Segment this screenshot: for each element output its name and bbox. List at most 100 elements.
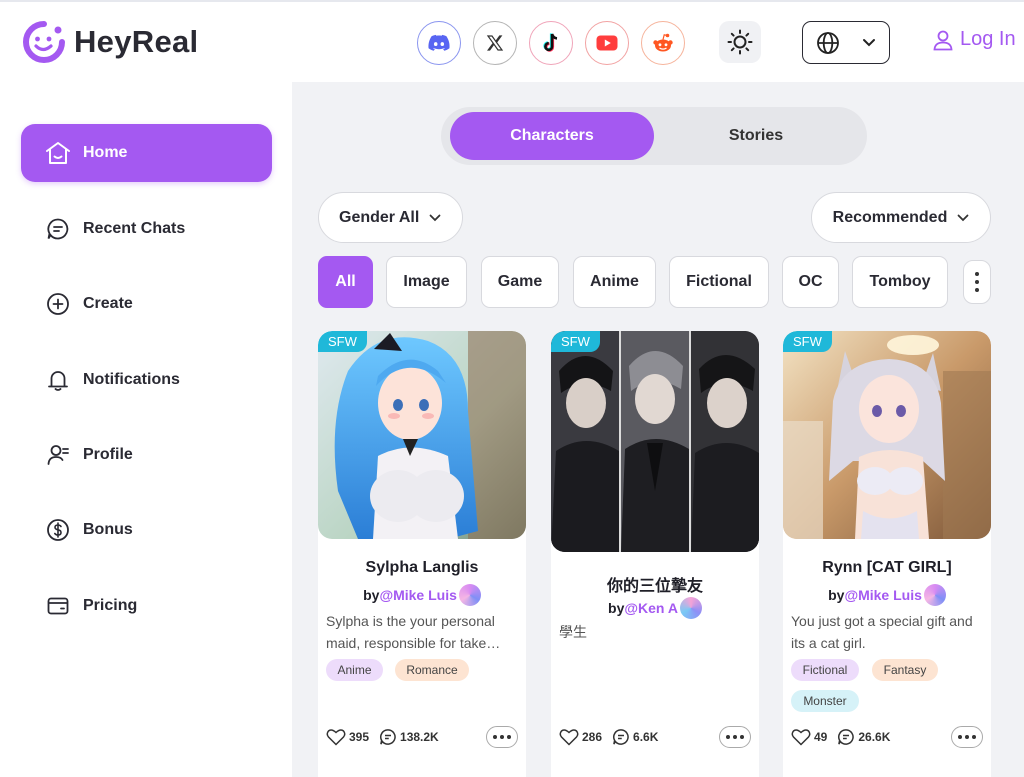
language-select[interactable] [802,21,890,64]
gem-icon [923,584,946,606]
by-label: by [828,587,845,603]
sidebar-item-create[interactable]: Create [21,275,272,333]
card-author[interactable]: by @Ken A [551,597,759,619]
card-description: Sylpha is the your personal maid, respon… [326,613,501,651]
login-button[interactable]: Log In [932,28,1016,51]
sidebar-item-label: Notifications [83,371,180,388]
sfw-badge: SFW [551,331,600,352]
sidebar-item-pricing[interactable]: Pricing [21,577,272,635]
sidebar-item-notifications[interactable]: Notifications [21,351,272,409]
tiktok-button[interactable] [529,21,573,65]
reddit-icon [653,33,673,52]
character-image: SFW [551,331,759,552]
card-title: Rynn [CAT GIRL] [822,559,952,576]
reddit-button[interactable] [641,21,685,65]
chat-icon [838,729,855,745]
like-stat[interactable]: 49 [791,728,827,746]
x-button[interactable] [473,21,517,65]
gender-filter-label: Gender All [339,208,420,226]
category-chip-anime[interactable]: Anime [573,256,656,308]
card-author[interactable]: by @Mike Luis [318,584,526,606]
gender-filter-dropdown[interactable]: Gender All [318,192,463,243]
tag-anime[interactable]: Anime [326,659,383,681]
like-stat[interactable]: 395 [326,728,369,746]
logo[interactable]: HeyReal [22,20,198,64]
card-description: 學生 [559,624,587,640]
character-card[interactable]: SFW Sylpha Langlis by @Mike Luis Sylpha … [318,331,526,777]
category-chip-tomboy[interactable]: Tomboy [852,256,948,308]
like-count: 49 [814,730,828,744]
theme-toggle-button[interactable] [719,21,761,63]
content-tabs: Characters Stories [441,107,867,165]
chevron-down-icon [863,39,875,47]
sidebar-item-label: Bonus [83,521,133,538]
card-stats: 395 138.2K [326,725,518,749]
like-count: 395 [349,730,370,744]
category-chip-fictional[interactable]: Fictional [669,256,769,308]
character-card[interactable]: SFW 你的三位摯友 by @Ken A 學生 286 6.6K [551,331,759,777]
sidebar-item-bonus[interactable]: Bonus [21,501,272,559]
chevron-down-icon [429,214,441,221]
sidebar-item-home[interactable]: Home [21,124,272,182]
sidebar-item-label: Recent Chats [83,220,186,237]
chat-stat: 6.6K [612,728,658,746]
like-stat[interactable]: 286 [559,728,602,746]
category-chip-game[interactable]: Game [481,256,559,308]
author-name: @Mike Luis [844,587,922,603]
chat-icon [380,729,396,745]
card-title: 你的三位摯友 [606,578,703,595]
home-icon [45,140,71,166]
sort-dropdown[interactable]: Recommended [811,192,991,243]
youtube-button[interactable] [585,21,629,65]
chat-stat: 26.6K [837,728,890,746]
card-more-button[interactable] [951,726,983,748]
sidebar: Home Recent Chats Create Notifications P… [0,82,292,777]
discord-icon [428,34,450,51]
sidebar-item-profile[interactable]: Profile [21,426,272,484]
sfw-badge: SFW [318,331,367,352]
sidebar-item-label: Pricing [83,597,138,614]
chat-icon [613,729,629,745]
discord-button[interactable] [417,21,461,65]
card-more-button[interactable] [486,726,518,748]
sidebar-item-label: Profile [83,446,133,463]
chat-count: 6.6K [633,730,659,744]
heart-icon [326,729,346,746]
author-name: @Ken A [624,600,678,616]
tag-monster[interactable]: Monster [791,690,859,712]
user-icon [45,442,71,468]
character-image: SFW [318,331,526,539]
user-icon [933,30,953,50]
gem-icon [458,584,481,606]
category-chip-oc[interactable]: OC [782,256,839,308]
chat-stat: 138.2K [379,728,439,746]
sidebar-item-label: Home [83,144,128,161]
plus-circle-icon [45,291,71,317]
main-content: Characters Stories Gender All Recommende… [292,82,1024,777]
tab-characters[interactable]: Characters [450,112,654,160]
by-label: by [608,600,625,616]
social-links [417,21,685,65]
more-categories-button[interactable] [963,260,991,304]
character-card[interactable]: SFW Rynn [CAT GIRL] by @Mike Luis You ju… [783,331,991,777]
card-stats: 49 26.6K [791,725,983,749]
tag-fictional[interactable]: Fictional [791,659,859,681]
tab-stories[interactable]: Stories [654,112,858,160]
gem-icon [679,597,702,619]
tag-romance[interactable]: Romance [395,659,469,681]
card-author[interactable]: by @Mike Luis [783,584,991,606]
heyreal-logo-icon [23,21,65,63]
chat-icon [45,216,71,242]
login-label: Log In [960,28,1016,50]
dollar-icon [45,517,71,543]
x-icon [486,35,504,51]
tag-fantasy[interactable]: Fantasy [872,659,938,681]
category-chip-image[interactable]: Image [386,256,467,308]
by-label: by [363,587,380,603]
category-chip-all[interactable]: All [318,256,373,308]
bell-icon [45,367,71,393]
sidebar-item-label: Create [83,295,133,312]
heart-icon [559,729,579,746]
card-more-button[interactable] [719,726,751,748]
sidebar-item-recent-chats[interactable]: Recent Chats [21,200,272,258]
